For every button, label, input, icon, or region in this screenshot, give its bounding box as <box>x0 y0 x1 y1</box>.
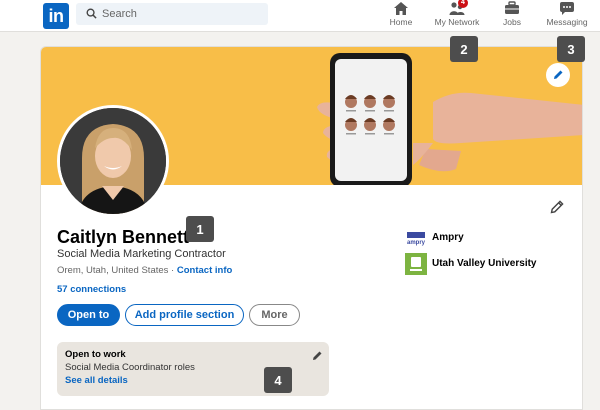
contact-info-link[interactable]: Contact info <box>177 265 232 276</box>
profile-location-line: Orem, Utah, United States · Contact info <box>57 265 232 276</box>
annotation-marker-2: 2 <box>450 36 478 62</box>
add-profile-section-button[interactable]: Add profile section <box>125 304 244 326</box>
profile-location: Orem, Utah, United States <box>57 265 169 276</box>
annotation-marker-1: 1 <box>186 216 214 242</box>
pencil-icon <box>554 70 563 79</box>
nav-messaging[interactable]: Messaging <box>544 0 590 32</box>
nav-messaging-label: Messaging <box>546 17 588 27</box>
ampry-logo-text: ampry <box>407 240 426 246</box>
network-notification-badge: 4 <box>458 0 468 8</box>
profile-card: Caitlyn Bennett Social Media Marketing C… <box>40 46 583 410</box>
edit-banner-button[interactable] <box>546 63 570 87</box>
organization-uvu-name: Utah Valley University <box>432 258 537 269</box>
edit-intro-pencil-icon[interactable] <box>549 199 565 215</box>
nav-home[interactable]: Home <box>381 0 421 32</box>
nav-home-label: Home <box>389 17 413 27</box>
location-separator: · <box>168 265 177 276</box>
edit-open-to-work-pencil-icon[interactable] <box>311 350 323 362</box>
nav-my-network-label: My Network <box>434 17 480 27</box>
profile-photo[interactable] <box>57 105 169 217</box>
messaging-icon <box>560 2 574 15</box>
organization-ampry-name: Ampry <box>432 232 464 243</box>
search-input[interactable] <box>102 3 262 25</box>
see-all-details-link[interactable]: See all details <box>65 375 128 386</box>
more-button[interactable]: More <box>249 304 300 326</box>
profile-headline: Social Media Marketing Contractor <box>57 248 226 260</box>
ampry-logo: ampry <box>405 227 427 249</box>
profile-photo-image <box>60 108 166 214</box>
annotation-marker-3: 3 <box>557 36 585 62</box>
nav-jobs-label: Jobs <box>503 17 521 27</box>
connections-link[interactable]: 57 connections <box>57 284 126 295</box>
open-to-button[interactable]: Open to <box>57 304 120 326</box>
profile-name: Caitlyn Bennett <box>57 227 190 247</box>
home-icon <box>394 2 408 15</box>
linkedin-logo[interactable]: in <box>43 3 69 29</box>
search-icon <box>86 8 97 19</box>
search-box[interactable] <box>76 3 268 25</box>
open-to-work-title: Open to work <box>65 349 126 360</box>
nav-jobs[interactable]: Jobs <box>496 0 528 32</box>
annotation-marker-4: 4 <box>264 367 292 393</box>
top-nav-bar: in Home 4 My Network Jobs <box>0 0 600 32</box>
uvu-logo <box>405 253 427 275</box>
nav-my-network[interactable]: 4 My Network <box>428 0 486 32</box>
jobs-icon <box>505 1 519 14</box>
open-to-work-roles: Social Media Coordinator roles <box>65 362 195 373</box>
